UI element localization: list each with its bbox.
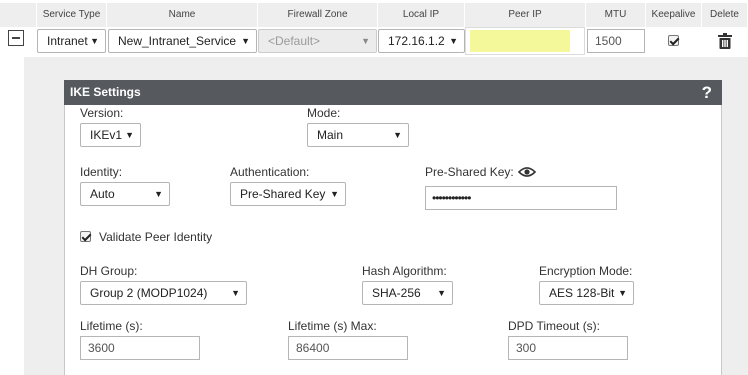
authentication-value: Pre-Shared Key bbox=[240, 187, 326, 201]
hash-algorithm-value: SHA-256 bbox=[372, 286, 421, 300]
caret-down-icon: ▼ bbox=[393, 130, 402, 140]
lifetime-label: Lifetime (s): bbox=[80, 319, 143, 333]
header-delete: Delete bbox=[702, 3, 748, 27]
lifetime-max-input[interactable]: 86400 bbox=[288, 336, 408, 360]
caret-down-icon: ▼ bbox=[154, 189, 163, 199]
minus-square-icon[interactable] bbox=[8, 30, 24, 46]
caret-down-icon: ▼ bbox=[241, 36, 250, 46]
caret-down-icon: ▼ bbox=[437, 288, 446, 298]
authentication-label: Authentication: bbox=[230, 165, 310, 179]
table-row: Intranet ▼ New_Intranet_Service ▼ <Defau… bbox=[0, 27, 748, 55]
table-header: Service Type Name Firewall Zone Local IP… bbox=[0, 3, 748, 27]
version-select[interactable]: IKEv1 ▼ bbox=[80, 123, 141, 147]
header-peer-ip: Peer IP bbox=[465, 3, 586, 27]
mode-label: Mode: bbox=[307, 106, 341, 120]
ike-settings-title-bar: IKE Settings ? bbox=[64, 80, 722, 105]
firewall-zone-select: <Default> ▼ bbox=[258, 29, 377, 53]
validate-peer-identity-checkbox[interactable] bbox=[80, 231, 91, 242]
caret-down-icon: ▼ bbox=[330, 189, 339, 199]
mode-select[interactable]: Main ▼ bbox=[307, 123, 409, 147]
eye-icon[interactable] bbox=[518, 166, 536, 178]
caret-down-icon: ▼ bbox=[449, 36, 458, 46]
header-firewall-zone: Firewall Zone bbox=[258, 3, 378, 27]
header-keepalive: Keepalive bbox=[646, 3, 702, 27]
caret-down-icon: ▼ bbox=[90, 36, 99, 46]
lifetime-max-label: Lifetime (s) Max: bbox=[288, 319, 377, 333]
dpd-timeout-input[interactable]: 300 bbox=[508, 336, 628, 360]
caret-down-icon: ▼ bbox=[361, 36, 370, 46]
keepalive-checkbox[interactable] bbox=[668, 35, 679, 46]
service-type-value: Intranet bbox=[47, 34, 88, 48]
version-label: Version: bbox=[80, 106, 124, 120]
hash-algorithm-select[interactable]: SHA-256 ▼ bbox=[362, 281, 453, 305]
dh-group-select[interactable]: Group 2 (MODP1024) ▼ bbox=[80, 281, 247, 305]
caret-down-icon: ▼ bbox=[125, 130, 134, 140]
firewall-zone-value: <Default> bbox=[268, 34, 321, 48]
mtu-input[interactable]: 1500 bbox=[587, 29, 645, 53]
hash-algorithm-label: Hash Algorithm: bbox=[362, 264, 447, 278]
local-ip-select[interactable]: 172.16.1.2 ▼ bbox=[378, 29, 465, 53]
identity-select[interactable]: Auto ▼ bbox=[80, 182, 170, 206]
pre-shared-key-value: •••••••••••• bbox=[432, 191, 471, 205]
header-local-ip: Local IP bbox=[378, 3, 465, 27]
dh-group-label: DH Group: bbox=[80, 264, 138, 278]
trash-icon[interactable] bbox=[718, 33, 732, 49]
identity-value: Auto bbox=[90, 187, 115, 201]
dpd-timeout-label: DPD Timeout (s): bbox=[508, 319, 601, 333]
header-mtu: MTU bbox=[586, 3, 646, 27]
encryption-mode-select[interactable]: AES 128-Bit ▼ bbox=[539, 281, 634, 305]
validate-peer-identity-label: Validate Peer Identity bbox=[99, 230, 213, 244]
caret-down-icon: ▼ bbox=[618, 288, 627, 298]
pre-shared-key-input[interactable]: •••••••••••• bbox=[425, 186, 617, 210]
panel-title: IKE Settings bbox=[70, 85, 141, 99]
identity-label: Identity: bbox=[80, 165, 123, 179]
lifetime-input[interactable]: 3600 bbox=[80, 336, 200, 360]
service-type-select[interactable]: Intranet ▼ bbox=[37, 29, 106, 53]
help-icon[interactable]: ? bbox=[702, 80, 712, 105]
encryption-mode-value: AES 128-Bit bbox=[549, 286, 615, 300]
caret-down-icon: ▼ bbox=[231, 288, 240, 298]
peer-ip-input[interactable] bbox=[470, 30, 570, 52]
dh-group-value: Group 2 (MODP1024) bbox=[90, 286, 208, 300]
mode-value: Main bbox=[317, 128, 344, 142]
encryption-mode-label: Encryption Mode: bbox=[539, 264, 633, 278]
header-expand-col bbox=[0, 3, 37, 27]
name-select[interactable]: New_Intranet_Service ▼ bbox=[108, 29, 257, 53]
pre-shared-key-label: Pre-Shared Key: bbox=[425, 165, 514, 179]
version-value: IKEv1 bbox=[90, 128, 123, 142]
header-service-type: Service Type bbox=[37, 3, 107, 27]
header-name: Name bbox=[107, 3, 258, 27]
local-ip-value: 172.16.1.2 bbox=[388, 34, 445, 48]
authentication-select[interactable]: Pre-Shared Key ▼ bbox=[230, 182, 346, 206]
name-value: New_Intranet_Service bbox=[118, 34, 237, 48]
